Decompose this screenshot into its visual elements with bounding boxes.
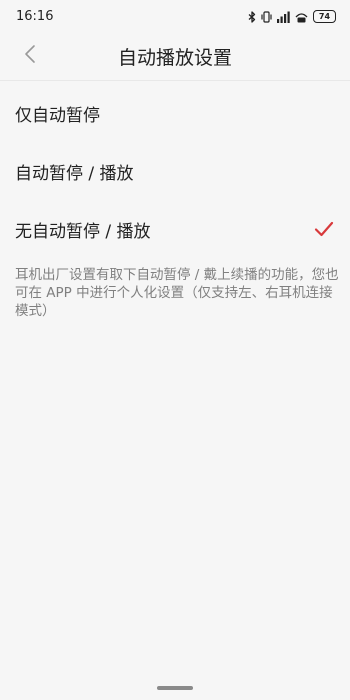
header-divider	[0, 80, 350, 81]
bluetooth-icon	[248, 10, 256, 23]
page-title: 自动播放设置	[117, 47, 232, 69]
option-pause-only[interactable]: 仅自动暂停	[0, 88, 350, 138]
status-time: 16:16	[16, 9, 54, 24]
hd-signal-icon	[295, 11, 308, 23]
vibrate-icon	[261, 10, 272, 23]
home-indicator[interactable]	[157, 686, 193, 690]
option-label: 仅自动暂停	[15, 106, 100, 126]
status-bar: 16:16 74	[0, 0, 350, 34]
option-label: 无自动暂停 / 播放	[15, 222, 151, 242]
battery-indicator: 74	[313, 10, 336, 23]
status-icons: 74	[248, 10, 336, 23]
nav-bar: 自动播放设置	[0, 34, 350, 74]
option-auto-pause-play[interactable]: 自动暂停 / 播放	[0, 146, 350, 196]
signal-icon	[277, 11, 290, 23]
description-text: 耳机出厂设置有取下自动暂停 / 戴上续播的功能，您也可在 APP 中进行个人化设…	[15, 267, 339, 319]
checkmark-icon	[314, 221, 334, 237]
option-label: 自动暂停 / 播放	[15, 164, 134, 184]
option-no-auto-pause-play[interactable]: 无自动暂停 / 播放	[0, 204, 350, 254]
